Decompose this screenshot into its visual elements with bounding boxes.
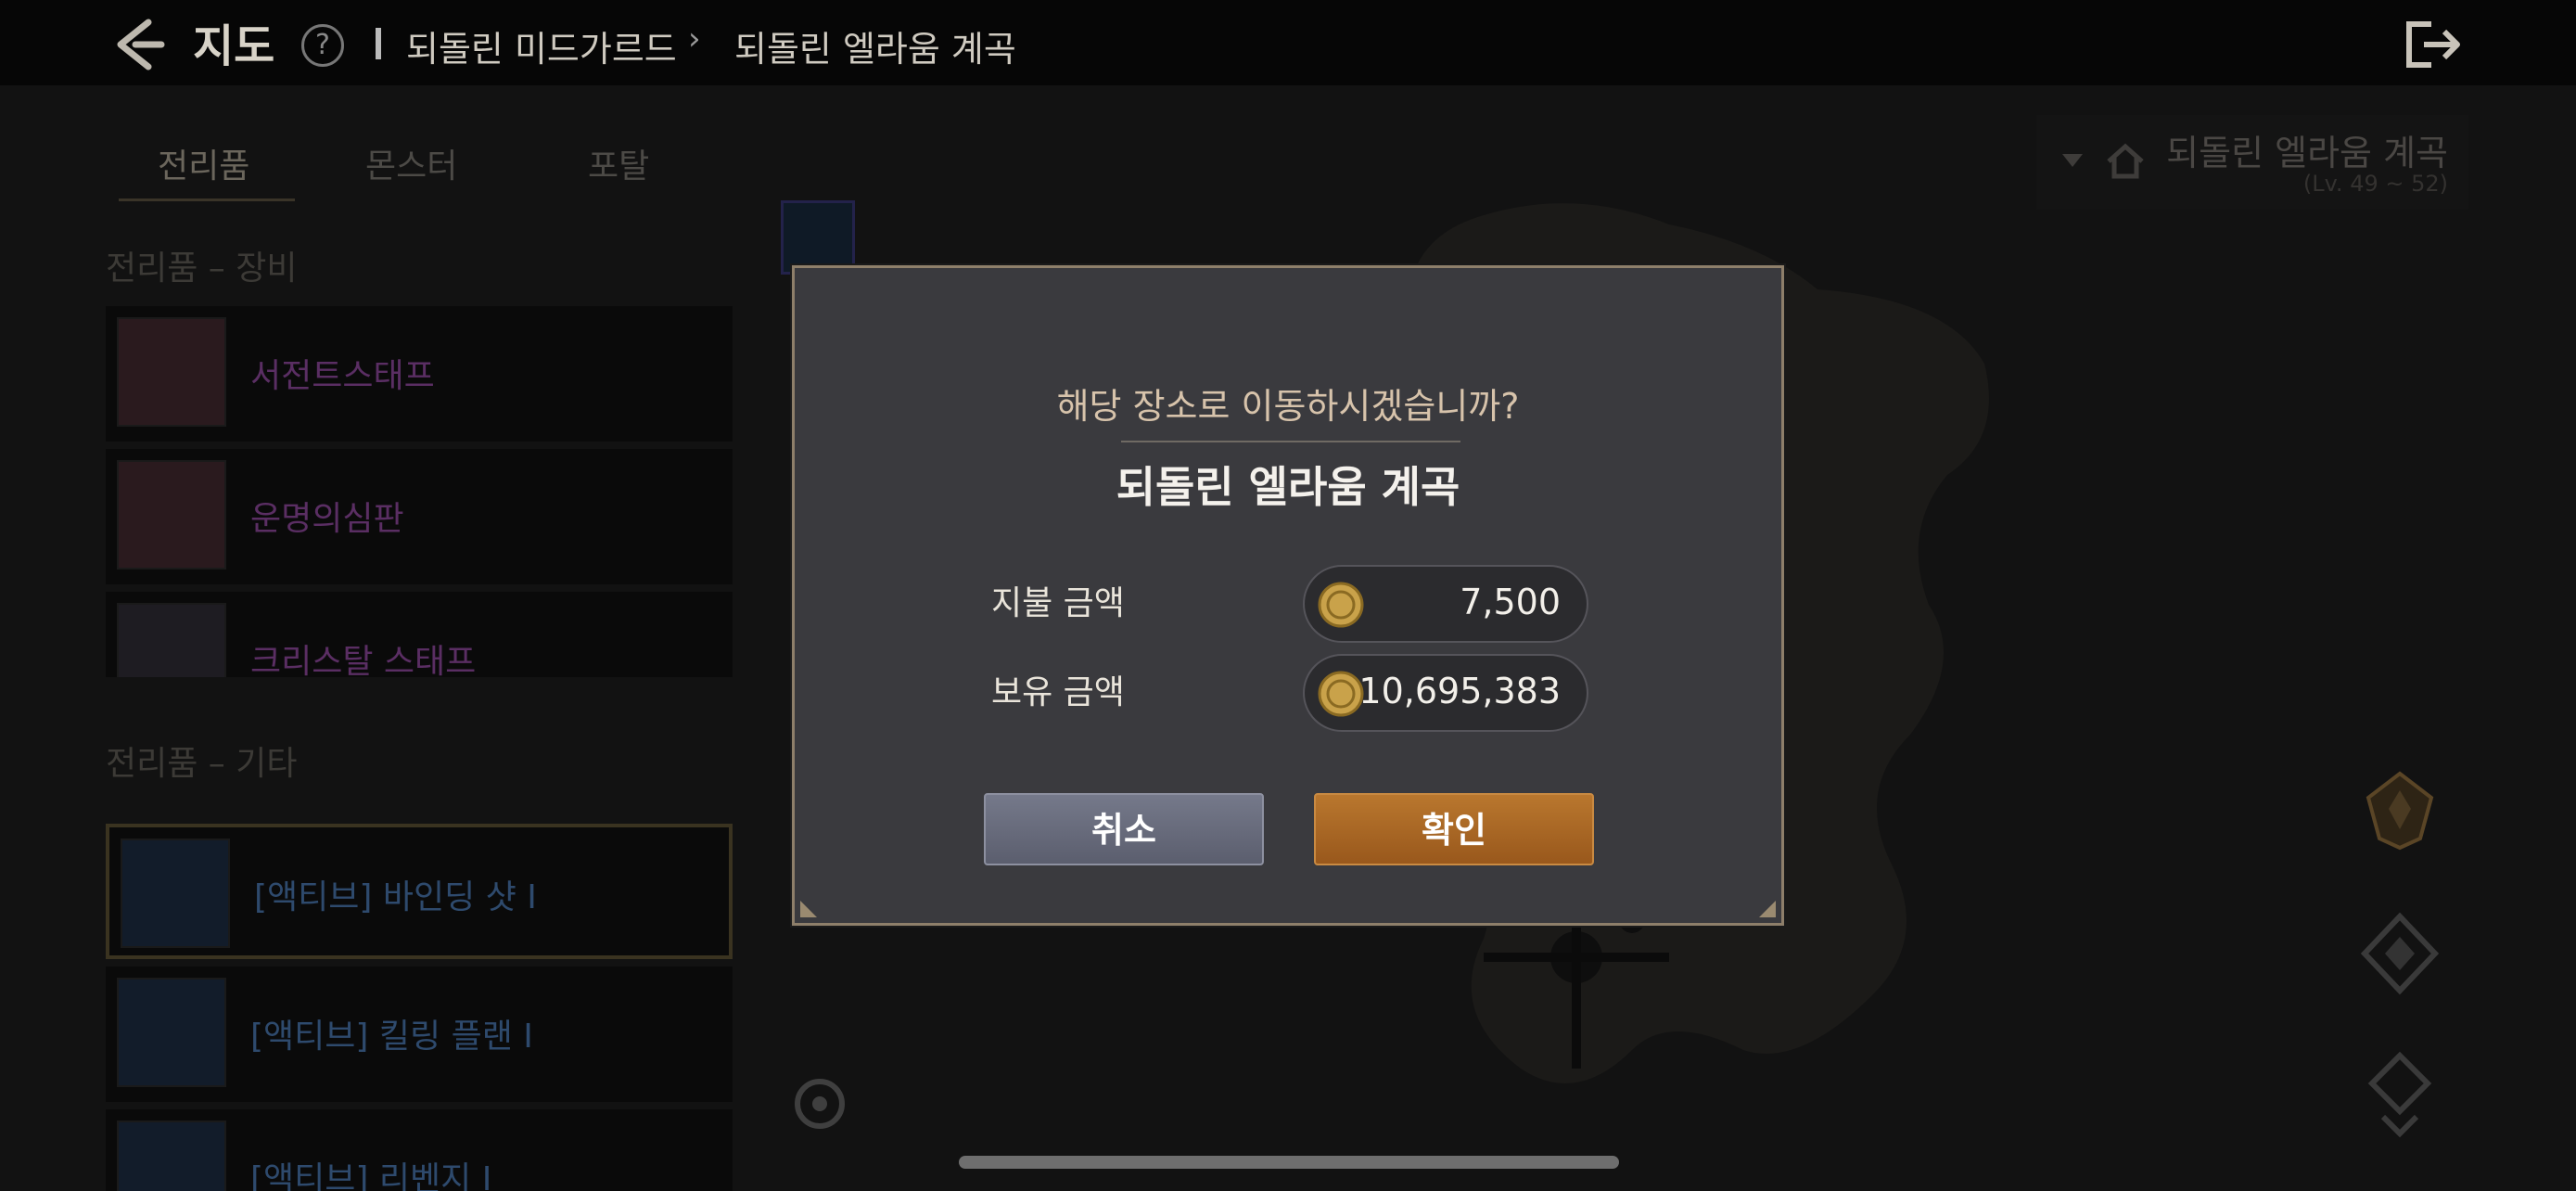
- item-name: 크리스탈 스태프: [250, 643, 477, 677]
- item-name: 서전트스태프: [250, 357, 435, 395]
- pay-amount-field: 7,500: [1303, 565, 1588, 643]
- waypoint-icon[interactable]: [2355, 909, 2444, 998]
- exit-icon[interactable]: [2404, 19, 2465, 70]
- dialog-question: 해당 장소로 이동하시겠습니까?: [1056, 386, 1520, 427]
- settings-gear-icon[interactable]: [784, 1069, 855, 1139]
- other-section-title: 전리품 – 기타: [106, 745, 298, 783]
- loot-item-card[interactable]: [액티브] 킬링 플랜 I: [106, 967, 733, 1102]
- region-level: (Lv. 49 ~ 52): [2302, 171, 2448, 197]
- breadcrumb-divider: [376, 28, 381, 59]
- region-name: 되돌린 엘라움 계곡: [2166, 133, 2448, 173]
- loot-item-card[interactable]: [액티브] 리벤지 I: [106, 1109, 733, 1191]
- map-marker-icon[interactable]: [2355, 1050, 2444, 1139]
- item-name: [액티브] 리벤지 I: [250, 1160, 492, 1191]
- hold-amount-field: 10,695,383: [1303, 654, 1588, 732]
- loot-item-card[interactable]: 서전트스태프: [106, 306, 733, 442]
- item-name: 운명의심판: [250, 500, 404, 538]
- breadcrumb-current: 되돌린 엘라움 계곡: [734, 29, 1016, 70]
- pay-amount-value: 7,500: [1460, 582, 1561, 622]
- tab-loot[interactable]: 전리품: [158, 139, 249, 187]
- loot-item-card[interactable]: 운명의심판: [106, 449, 733, 584]
- tab-monster[interactable]: 몬스터: [365, 139, 457, 187]
- home-icon: [2107, 143, 2144, 179]
- corner-ornament-icon: [800, 901, 817, 917]
- equipment-section-title: 전리품 – 장비: [106, 250, 298, 288]
- teleport-confirm-dialog: 해당 장소로 이동하시겠습니까? 되돌린 엘라움 계곡 지불 금액 7,500 …: [792, 265, 1784, 926]
- region-selector[interactable]: 되돌린 엘라움 계곡 (Lv. 49 ~ 52): [2036, 115, 2468, 210]
- hold-amount-label: 보유 금액: [991, 673, 1125, 711]
- skill-book-icon: [121, 839, 230, 948]
- dialog-destination: 되돌린 엘라움 계곡: [1116, 462, 1460, 512]
- item-name: [액티브] 킬링 플랜 I: [250, 1018, 533, 1056]
- back-arrow-icon[interactable]: [111, 17, 167, 72]
- dropdown-caret-icon: [2062, 154, 2083, 167]
- map-minimap-thumbnail[interactable]: [781, 200, 855, 275]
- page-title: 지도: [193, 20, 275, 72]
- item-name: [액티브] 바인딩 샷 I: [254, 878, 537, 916]
- cancel-button[interactable]: 취소: [984, 793, 1264, 865]
- gold-coin-icon: [1318, 671, 1364, 717]
- breadcrumb-chevron-icon: ›: [688, 20, 701, 58]
- active-tab-underline: [119, 198, 295, 201]
- spear-item-icon: [117, 460, 226, 570]
- breadcrumb-parent[interactable]: 되돌린 미드가르드: [406, 20, 677, 71]
- help-icon[interactable]: ?: [301, 24, 344, 67]
- crystal-staff-item-icon: [117, 603, 226, 677]
- tab-portal[interactable]: 포탈: [588, 139, 649, 187]
- dialog-divider: [1121, 441, 1460, 442]
- home-indicator[interactable]: [959, 1156, 1619, 1169]
- loot-item-card-selected[interactable]: [액티브] 바인딩 샷 I: [106, 824, 733, 959]
- pay-amount-label: 지불 금액: [991, 584, 1125, 622]
- top-bar: 지도 ? 되돌린 미드가르드 › 되돌린 엘라움 계곡: [0, 0, 2576, 85]
- corner-ornament-icon: [1759, 901, 1776, 917]
- staff-item-icon: [117, 317, 226, 427]
- confirm-button[interactable]: 확인: [1314, 793, 1594, 865]
- hold-amount-value: 10,695,383: [1358, 671, 1561, 711]
- loot-panel: 전리품 몬스터 포탈 전리품 – 장비 서전트스태프 운명의심판 크리스탈 스태…: [0, 85, 742, 1191]
- skill-book-icon: [117, 978, 226, 1087]
- skill-book-icon: [117, 1121, 226, 1191]
- guild-crest-icon[interactable]: [2355, 764, 2444, 853]
- loot-item-card[interactable]: 크리스탈 스태프: [106, 592, 733, 677]
- gold-coin-icon: [1318, 582, 1364, 628]
